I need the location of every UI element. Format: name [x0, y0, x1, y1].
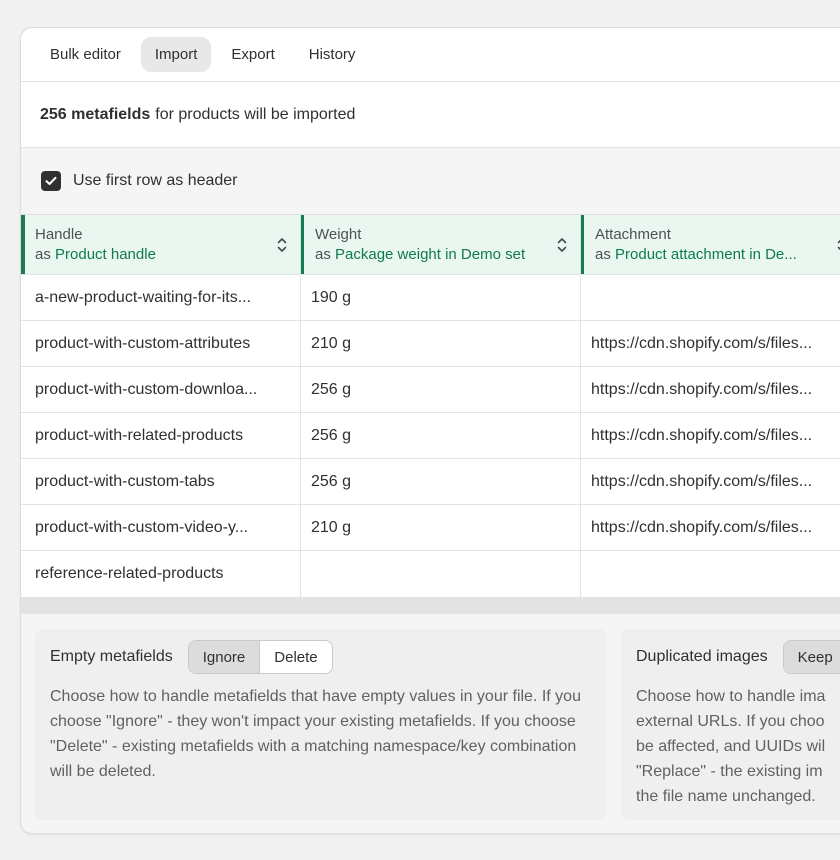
cell-weight: 210 g: [301, 505, 581, 550]
table-row: product-with-custom-tabs 256 g https://c…: [21, 459, 840, 505]
cell-handle: product-with-custom-tabs: [21, 459, 301, 504]
column-mapped-indicator: [581, 215, 584, 274]
use-header-label: Use first row as header: [73, 172, 238, 189]
column-as: as: [595, 245, 611, 263]
tab-bulk-editor[interactable]: Bulk editor: [36, 37, 135, 72]
cell-weight: 256 g: [301, 413, 581, 458]
summary-text: for products will be imported: [155, 105, 356, 123]
cell-weight: 256 g: [301, 367, 581, 412]
empty-metafields-description: Choose how to handle metafields that hav…: [50, 688, 581, 780]
column-mapped-indicator: [301, 215, 304, 274]
cell-attachment: https://cdn.shopify.com/s/files...: [591, 472, 813, 490]
tab-bar: Bulk editor Import Export History: [21, 28, 840, 82]
column-mapping: Product attachment in De...: [615, 245, 797, 263]
cell-handle: product-with-custom-video-y...: [21, 505, 301, 550]
tab-history[interactable]: History: [295, 37, 370, 72]
cell-handle: reference-related-products: [21, 551, 301, 597]
horizontal-scrollbar[interactable]: [21, 597, 840, 614]
empty-metafields-panel: Empty metafields Ignore Delete Choose ho…: [35, 629, 607, 820]
cell-weight: 190 g: [301, 275, 581, 320]
table-header-row: Handle as Product handle Weight as Packa…: [21, 215, 840, 275]
description-line: "Replace" - the existing im: [636, 763, 823, 780]
cell-attachment: https://cdn.shopify.com/s/files...: [591, 380, 813, 398]
cell-handle: a-new-product-waiting-for-its...: [21, 275, 301, 320]
description-line: the file name unchanged.: [636, 788, 816, 805]
table-row: product-with-custom-video-y... 210 g htt…: [21, 505, 840, 551]
column-mapping: Product handle: [55, 245, 156, 263]
duplicated-images-toggle: Keep: [782, 640, 840, 674]
empty-metafields-toggle: Ignore Delete: [187, 640, 333, 674]
description-line: external URLs. If you choo: [636, 713, 825, 730]
sort-icon[interactable]: [554, 235, 570, 255]
summary-count: 256 metafields: [40, 105, 151, 123]
table-row: reference-related-products: [21, 551, 840, 597]
sort-icon[interactable]: [834, 235, 840, 255]
table-row: product-with-custom-downloa... 256 g htt…: [21, 367, 840, 413]
header-option: Use first row as header: [21, 148, 840, 214]
column-title: Handle: [35, 225, 83, 243]
delete-option[interactable]: Delete: [260, 641, 331, 673]
cell-weight: 256 g: [301, 459, 581, 504]
import-card: Bulk editor Import Export History 256 me…: [20, 27, 840, 834]
cell-weight: 210 g: [301, 321, 581, 366]
empty-metafields-label: Empty metafields: [50, 648, 173, 665]
duplicated-images-label: Duplicated images: [636, 648, 768, 665]
tab-import[interactable]: Import: [140, 37, 212, 72]
duplicated-images-description: Choose how to handle ima external URLs. …: [636, 684, 840, 809]
ignore-option[interactable]: Ignore: [188, 641, 261, 673]
keep-option[interactable]: Keep: [783, 641, 840, 673]
description-line: Choose how to handle ima: [636, 688, 826, 705]
cell-attachment: https://cdn.shopify.com/s/files...: [591, 426, 813, 444]
sort-icon[interactable]: [274, 235, 290, 255]
column-title: Weight: [315, 225, 362, 243]
column-as: as: [35, 245, 51, 263]
column-header-attachment[interactable]: Attachment as Product attachment in De..…: [581, 215, 840, 274]
table-row: product-with-related-products 256 g http…: [21, 413, 840, 459]
checkmark-icon: [45, 176, 57, 185]
cell-handle: product-with-custom-downloa...: [21, 367, 301, 412]
mapping-table: Handle as Product handle Weight as Packa…: [21, 214, 840, 597]
tab-export[interactable]: Export: [217, 37, 288, 72]
cell-weight: [301, 551, 581, 597]
duplicated-images-panel: Duplicated images Keep Choose how to han…: [621, 629, 840, 820]
description-line: be affected, and UUIDs wil: [636, 738, 826, 755]
column-mapping: Package weight in Demo set: [335, 245, 526, 263]
import-settings: Empty metafields Ignore Delete Choose ho…: [21, 614, 840, 833]
column-as: as: [315, 245, 331, 263]
column-title: Attachment: [595, 225, 671, 243]
column-header-weight[interactable]: Weight as Package weight in Demo set: [301, 215, 581, 274]
cell-attachment: https://cdn.shopify.com/s/files...: [591, 518, 813, 536]
column-mapped-indicator: [21, 215, 25, 274]
cell-attachment: [581, 275, 840, 320]
cell-handle: product-with-custom-attributes: [21, 321, 301, 366]
cell-attachment: https://cdn.shopify.com/s/files...: [591, 334, 813, 352]
cell-handle: product-with-related-products: [21, 413, 301, 458]
table-row: a-new-product-waiting-for-its... 190 g: [21, 275, 840, 321]
table-row: product-with-custom-attributes 210 g htt…: [21, 321, 840, 367]
column-header-handle[interactable]: Handle as Product handle: [21, 215, 301, 274]
cell-attachment: [581, 551, 840, 597]
use-header-checkbox[interactable]: [41, 171, 61, 191]
import-summary: 256 metafields for products will be impo…: [21, 82, 840, 148]
